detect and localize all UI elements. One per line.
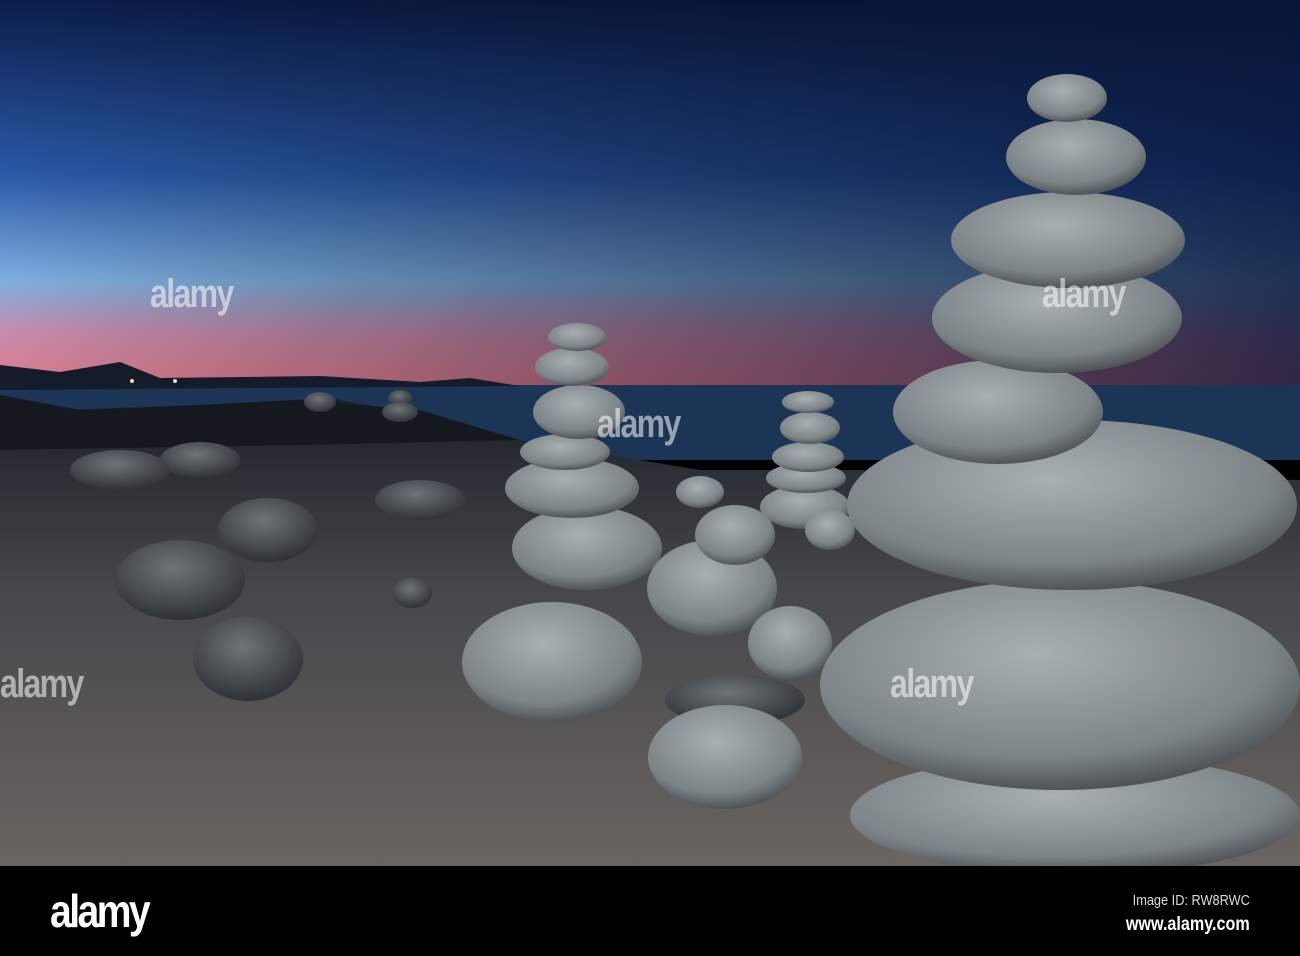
stone xyxy=(780,412,840,444)
stone xyxy=(304,392,336,412)
stone xyxy=(695,505,775,565)
stone xyxy=(535,348,609,386)
footer-bar: alamy Image ID: RW8RWC www.alamy.com xyxy=(0,866,1300,956)
alamy-logo: alamy xyxy=(50,885,151,937)
stone xyxy=(676,476,724,508)
stone xyxy=(893,360,1103,464)
stone xyxy=(392,578,432,608)
stone xyxy=(512,506,662,590)
stone xyxy=(1027,74,1107,122)
watermark: alamy xyxy=(1042,272,1126,316)
stone xyxy=(70,450,170,490)
stone xyxy=(462,602,642,722)
stone xyxy=(782,391,834,413)
photo-frame: alamy alamy alamy alamy alamy alamy Imag… xyxy=(0,0,1300,956)
stone xyxy=(548,323,606,351)
stone xyxy=(193,617,303,701)
stone xyxy=(160,442,240,478)
stone xyxy=(375,480,465,520)
stone xyxy=(382,402,418,422)
stone xyxy=(1006,119,1146,195)
stone xyxy=(115,540,245,620)
image-id: Image ID: RW8RWC xyxy=(1132,892,1250,909)
watermark: alamy xyxy=(890,662,974,706)
stone xyxy=(772,442,844,472)
stone xyxy=(748,606,832,680)
watermark: alamy xyxy=(0,662,84,706)
stone xyxy=(648,705,802,809)
watermark: alamy xyxy=(597,402,681,446)
watermark: alamy xyxy=(150,272,234,316)
stone xyxy=(805,510,855,550)
website-link: www.alamy.com xyxy=(1126,914,1250,935)
stone xyxy=(218,498,318,562)
